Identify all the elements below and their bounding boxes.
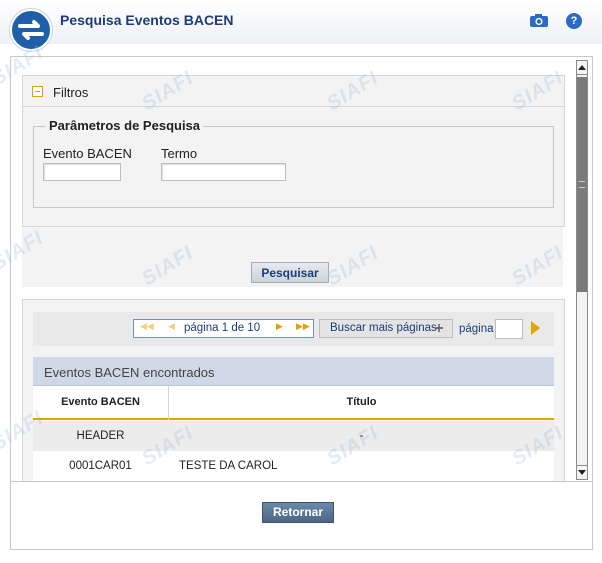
scroll-down-icon[interactable] (577, 465, 587, 479)
column-header-evento[interactable]: Evento BACEN (33, 386, 168, 420)
content-frame: Filtros Parâmetros de Pesquisa Evento BA… (10, 56, 593, 550)
table-row[interactable]: 0001CAR01 TESTE DA CAROL (33, 451, 554, 481)
results-title: Eventos BACEN encontrados (44, 365, 215, 380)
scroll-up-icon[interactable] (577, 61, 587, 75)
go-page-icon[interactable] (531, 321, 540, 335)
plus-icon (435, 324, 443, 332)
scroll-area: Filtros Parâmetros de Pesquisa Evento BA… (11, 57, 575, 481)
search-button[interactable]: Pesquisar (251, 262, 329, 283)
filters-label: Filtros (53, 85, 89, 100)
search-parameters-fieldset: Parâmetros de Pesquisa Evento BACEN Term… (33, 118, 554, 208)
page-number-input[interactable] (495, 319, 523, 339)
page-header: Pesquisa Eventos BACEN ? (0, 0, 602, 51)
results-panel: ◀◀ ◀ página 1 de 10 ▶ ▶▶ Buscar mais pág… (22, 299, 565, 481)
fetch-more-pages-button[interactable]: Buscar mais páginas (319, 319, 453, 338)
cell-titulo: TESTE DA CAROL (179, 460, 278, 472)
pager-bar: ◀◀ ◀ página 1 de 10 ▶ ▶▶ Buscar mais pág… (33, 312, 554, 346)
page-label: página (459, 323, 494, 335)
help-icon[interactable]: ? (566, 13, 582, 29)
results-table-header: Evento BACEN Título (33, 386, 554, 420)
return-button[interactable]: Retornar (262, 502, 334, 523)
cell-evento: HEADER (76, 430, 125, 442)
column-header-titulo[interactable]: Título (169, 386, 554, 420)
next-page-icon[interactable]: ▶ (276, 321, 283, 332)
prev-page-icon[interactable]: ◀ (168, 321, 175, 332)
siafi-logo-icon (10, 9, 52, 51)
page-title: Pesquisa Eventos BACEN (60, 12, 234, 28)
fetch-more-label: Buscar mais páginas (330, 322, 437, 334)
results-title-bar: Eventos BACEN encontrados (33, 357, 554, 386)
camera-icon[interactable] (529, 13, 549, 28)
filters-panel: Filtros Parâmetros de Pesquisa Evento BA… (22, 75, 565, 227)
termo-input[interactable] (161, 163, 286, 181)
vertical-scrollbar[interactable] (576, 60, 588, 480)
fieldset-legend: Parâmetros de Pesquisa (46, 118, 204, 133)
evento-bacen-label: Evento BACEN (43, 146, 132, 161)
last-page-icon[interactable]: ▶▶ (296, 321, 310, 332)
table-row[interactable]: HEADER - (33, 421, 554, 451)
pager: ◀◀ ◀ página 1 de 10 ▶ ▶▶ (133, 319, 314, 338)
footer-divider (11, 481, 592, 482)
evento-bacen-input[interactable] (43, 163, 121, 181)
first-page-icon[interactable]: ◀◀ (140, 321, 154, 332)
collapse-icon[interactable] (32, 86, 43, 97)
termo-label: Termo (161, 146, 198, 161)
page-indicator: página 1 de 10 (184, 322, 261, 334)
filters-header[interactable]: Filtros (23, 76, 564, 107)
scroll-thumb[interactable] (577, 77, 587, 292)
cell-titulo: - (359, 430, 364, 442)
cell-evento: 0001CAR01 (69, 460, 132, 472)
